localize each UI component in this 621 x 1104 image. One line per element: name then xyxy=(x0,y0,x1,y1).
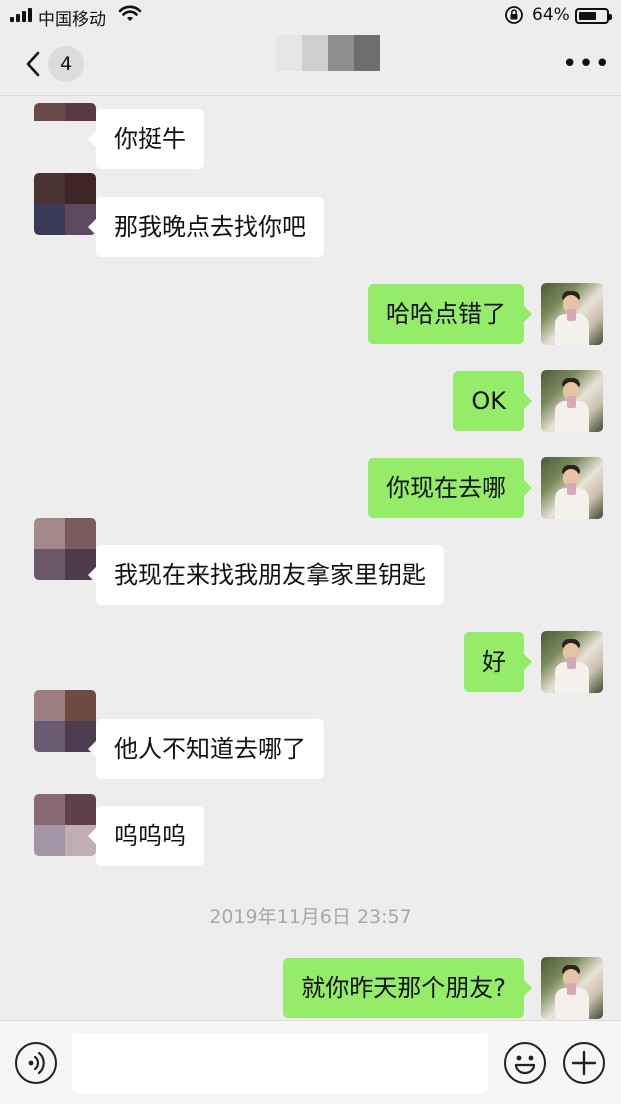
signal-icon xyxy=(10,8,34,22)
message-bubble-incoming[interactable]: 呜呜呜 xyxy=(88,806,204,866)
user-avatar[interactable] xyxy=(541,457,603,519)
status-bar: 中国移动 64% xyxy=(0,0,621,32)
voice-icon[interactable] xyxy=(15,1042,57,1084)
message-bubble-incoming[interactable]: 那我晚点去找你吧 xyxy=(88,197,324,257)
message-input[interactable] xyxy=(72,1033,488,1093)
chat-title-obscured xyxy=(276,35,380,71)
carrier-name: 中国移动 xyxy=(38,10,106,30)
message-bubble-outgoing[interactable]: 就你昨天那个朋友? xyxy=(283,958,532,1018)
message-bubble-outgoing[interactable]: 哈哈点错了 xyxy=(368,284,532,344)
message-bubble-incoming[interactable]: 他人不知道去哪了 xyxy=(88,719,324,779)
battery-percent: 64% xyxy=(532,5,570,25)
user-avatar[interactable] xyxy=(541,370,603,432)
chat-header: 4 ••• xyxy=(0,32,621,96)
message-bubble-outgoing[interactable]: 好 xyxy=(464,632,532,692)
battery-icon xyxy=(575,8,612,24)
emoji-icon[interactable] xyxy=(504,1042,546,1084)
wifi-icon xyxy=(118,5,142,28)
contact-avatar[interactable] xyxy=(34,103,96,139)
user-avatar[interactable] xyxy=(541,957,603,1019)
message-bubble-incoming[interactable]: 我现在来找我朋友拿家里钥匙 xyxy=(88,545,444,605)
orientation-lock-icon xyxy=(504,5,524,30)
ellipsis-icon[interactable]: ••• xyxy=(562,51,610,77)
contact-avatar[interactable] xyxy=(34,690,96,752)
user-avatar[interactable] xyxy=(541,631,603,693)
contact-avatar[interactable] xyxy=(34,518,96,580)
message-bubble-outgoing[interactable]: 你现在去哪 xyxy=(368,458,532,518)
message-timestamp: 2019年11月6日 23:57 xyxy=(209,906,412,928)
chevron-left-icon[interactable] xyxy=(22,48,46,80)
battery-fill xyxy=(579,12,596,20)
unread-count-badge[interactable]: 4 xyxy=(48,46,84,82)
message-bubble-incoming[interactable]: 你挺牛 xyxy=(88,109,204,169)
plus-icon[interactable] xyxy=(563,1042,605,1084)
contact-avatar[interactable] xyxy=(34,173,96,235)
input-bar xyxy=(0,1020,621,1104)
message-bubble-outgoing[interactable]: OK xyxy=(453,371,532,431)
contact-avatar[interactable] xyxy=(34,794,96,856)
user-avatar[interactable] xyxy=(541,283,603,345)
